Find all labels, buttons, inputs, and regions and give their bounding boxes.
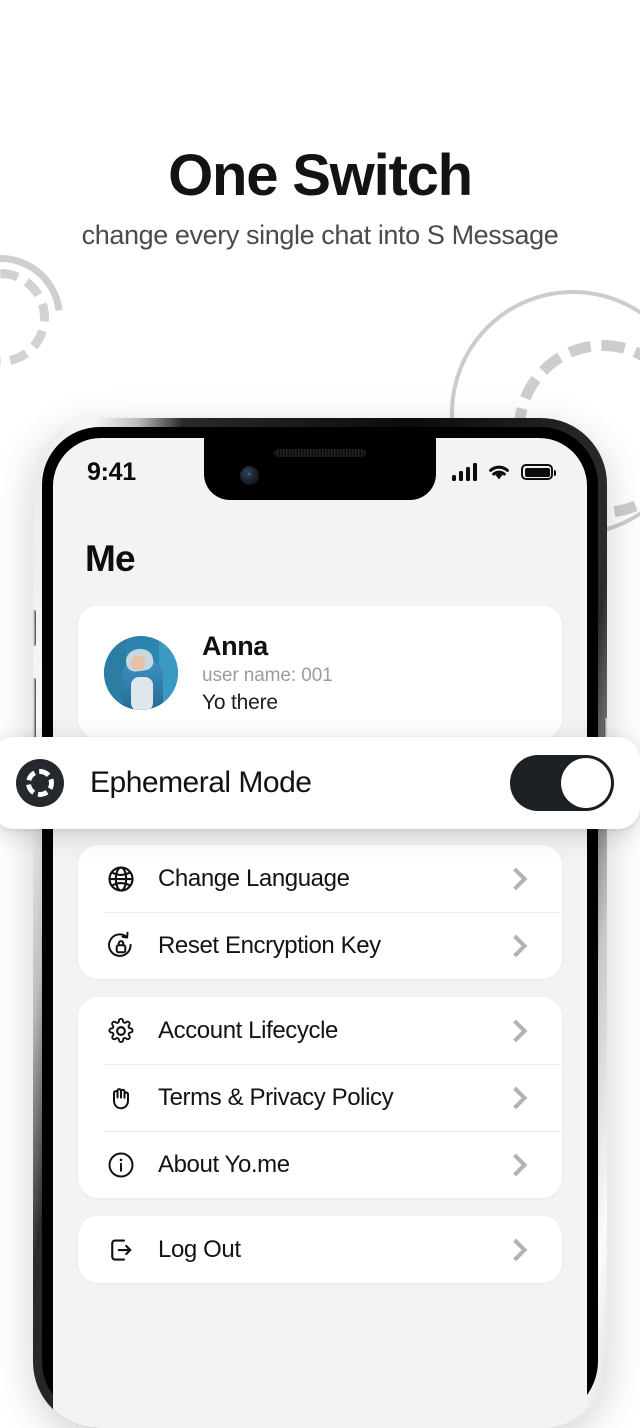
settings-row-log-out[interactable]: Log Out bbox=[78, 1216, 562, 1283]
settings-row-label: Change Language bbox=[158, 864, 350, 892]
globe-icon bbox=[104, 864, 138, 894]
settings-row-label: About Yo.me bbox=[158, 1150, 290, 1178]
phone-screen: 9:41 Me Anna user name: 001 Yo there Cha… bbox=[53, 438, 587, 1428]
logout-icon bbox=[104, 1235, 138, 1265]
settings-row-reset-encryption-key[interactable]: Reset Encryption Key bbox=[78, 912, 562, 979]
settings-group-2: Account Lifecycle Terms & Privacy Policy bbox=[78, 997, 562, 1199]
info-circle-icon bbox=[104, 1150, 138, 1180]
decorative-circle-left bbox=[0, 229, 89, 406]
status-time: 9:41 bbox=[87, 457, 136, 486]
mute-switch-button[interactable] bbox=[33, 610, 36, 646]
notch bbox=[204, 438, 436, 500]
chevron-right-icon bbox=[504, 1086, 528, 1110]
chevron-right-icon bbox=[504, 934, 528, 958]
chevron-right-icon bbox=[504, 1238, 528, 1262]
profile-text-block: Anna user name: 001 Yo there bbox=[202, 630, 333, 715]
battery-icon bbox=[521, 464, 556, 480]
wifi-icon bbox=[489, 465, 509, 479]
gear-icon bbox=[104, 1016, 138, 1046]
promo-subheadline: change every single chat into S Message bbox=[81, 220, 559, 250]
profile-name: Anna bbox=[202, 631, 268, 661]
settings-row-account-lifecycle[interactable]: Account Lifecycle bbox=[78, 997, 562, 1064]
hand-icon bbox=[104, 1083, 138, 1113]
decorative-dashed-ring bbox=[0, 269, 49, 366]
earpiece-speaker bbox=[274, 449, 366, 457]
settings-row-about[interactable]: About Yo.me bbox=[78, 1131, 562, 1198]
ephemeral-dashed-circle-icon bbox=[16, 759, 64, 807]
promo-headline: One Switch bbox=[168, 143, 473, 208]
settings-row-label: Reset Encryption Key bbox=[158, 931, 381, 959]
status-indicators bbox=[451, 463, 556, 482]
profile-card[interactable]: Anna user name: 001 Yo there bbox=[78, 606, 562, 740]
phone-device-frame: 9:41 Me Anna user name: 001 Yo there Cha… bbox=[33, 418, 607, 1428]
chevron-right-icon bbox=[504, 1153, 528, 1177]
volume-up-button[interactable] bbox=[33, 678, 36, 744]
profile-status: Yo there bbox=[202, 691, 278, 715]
ephemeral-mode-label: Ephemeral Mode bbox=[90, 766, 312, 799]
settings-screen-content: Me Anna user name: 001 Yo there Change L… bbox=[53, 500, 587, 1428]
ephemeral-mode-highlight-row[interactable]: Ephemeral Mode bbox=[0, 737, 640, 829]
decorative-arc bbox=[0, 229, 89, 406]
settings-row-label: Log Out bbox=[158, 1235, 241, 1263]
profile-username: user name: 001 bbox=[202, 665, 333, 687]
settings-group-3: Log Out bbox=[78, 1216, 562, 1284]
avatar[interactable] bbox=[104, 635, 178, 710]
toggle-knob bbox=[561, 758, 611, 808]
ephemeral-mode-toggle[interactable] bbox=[510, 755, 614, 811]
reset-lock-icon bbox=[104, 931, 138, 961]
settings-group-1: Change Language Reset Encryption Key bbox=[78, 845, 562, 980]
settings-row-terms-privacy-policy[interactable]: Terms & Privacy Policy bbox=[78, 1064, 562, 1131]
chevron-right-icon bbox=[504, 1019, 528, 1043]
front-camera-icon bbox=[240, 466, 259, 485]
settings-row-label: Account Lifecycle bbox=[158, 1016, 338, 1044]
page-title: Me bbox=[85, 538, 136, 579]
settings-row-label: Terms & Privacy Policy bbox=[158, 1083, 394, 1111]
settings-row-change-language[interactable]: Change Language bbox=[78, 845, 562, 912]
signal-bars-icon bbox=[451, 463, 477, 481]
chevron-right-icon bbox=[504, 867, 528, 891]
